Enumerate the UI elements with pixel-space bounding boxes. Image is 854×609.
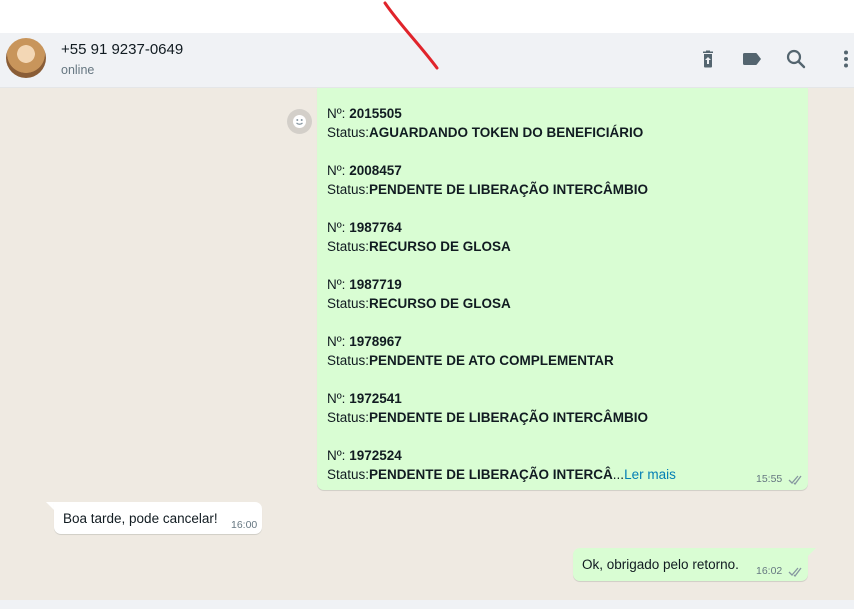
entry-number-line: Nº: 2008457 (327, 161, 676, 180)
status-value: PENDENTE DE LIBERAÇÃO INTERCÂMBIO (369, 410, 649, 425)
entry-number-line: Nº: 1978967 (327, 332, 676, 351)
status-entry: Nº: 1972541 Status:PENDENTE DE LIBERAÇÃO … (327, 389, 676, 427)
status-label: Status: (327, 353, 370, 368)
number-label: Nº: (327, 391, 350, 406)
number-value: 1987719 (349, 277, 402, 292)
outgoing-message-time: 16:02 (756, 565, 783, 577)
entry-status-line: Status:PENDENTE DE LIBERAÇÃO INTERCÂMBIO (327, 408, 676, 427)
menu-icon[interactable] (834, 47, 854, 71)
outgoing-message-list[interactable]: Nº: 2015505 Status:AGUARDANDO TOKEN DO BE… (317, 88, 808, 490)
outgoing-message[interactable]: Ok, obrigado pelo retorno. 16:02 (573, 548, 808, 581)
outgoing-message-text: Ok, obrigado pelo retorno. (582, 557, 739, 572)
status-value: RECURSO DE GLOSA (369, 296, 511, 311)
status-value: AGUARDANDO TOKEN DO BENEFICIÁRIO (369, 125, 644, 140)
status-value: PENDENTE DE LIBERAÇÃO INTERCÂ (369, 467, 613, 482)
number-label: Nº: (327, 220, 350, 235)
avatar[interactable] (6, 38, 46, 78)
incoming-message-time: 16:00 (231, 519, 258, 531)
number-value: 1972524 (349, 448, 402, 463)
number-value: 1972541 (349, 391, 402, 406)
message-time: 15:55 (756, 473, 783, 485)
status-entry: Nº: 2015505 Status:AGUARDANDO TOKEN DO BE… (327, 104, 676, 142)
status-label: Status: (327, 182, 370, 197)
entry-number-line: Nº: 1972524 (327, 446, 676, 465)
status-value: RECURSO DE GLOSA (369, 239, 511, 254)
number-label: Nº: (327, 448, 350, 463)
status-entry: Nº: 1987764 Status:RECURSO DE GLOSA (327, 218, 676, 256)
chat-header: +55 91 9237-0649 online (0, 33, 854, 88)
status-label: Status: (327, 239, 370, 254)
label-icon[interactable] (740, 47, 764, 71)
number-label: Nº: (327, 277, 350, 292)
read-more-link[interactable]: Ler mais (624, 467, 676, 482)
double-check-icon (788, 567, 802, 577)
number-value: 2008457 (349, 163, 402, 178)
entry-status-line: Status:PENDENTE DE LIBERAÇÃO INTERCÂ...L… (327, 465, 676, 484)
number-value: 1978967 (349, 334, 402, 349)
entry-number-line: Nº: 1972541 (327, 389, 676, 408)
top-strip (0, 0, 854, 33)
contact-status: online (61, 63, 95, 77)
delete-icon[interactable] (696, 47, 720, 71)
number-label: Nº: (327, 334, 350, 349)
bubble-tail-outgoing (808, 548, 816, 556)
status-entry: Nº: 1987719 Status:RECURSO DE GLOSA (327, 275, 676, 313)
status-label: Status: (327, 410, 370, 425)
contact-name[interactable]: +55 91 9237-0649 (61, 41, 183, 58)
entry-status-line: Status:AGUARDANDO TOKEN DO BENEFICIÁRIO (327, 123, 676, 142)
composer-bar[interactable] (0, 600, 854, 609)
incoming-message-text: Boa tarde, pode cancelar! (63, 511, 218, 526)
status-label: Status: (327, 296, 370, 311)
entry-number-line: Nº: 1987719 (327, 275, 676, 294)
status-entry: Nº: 2008457 Status:PENDENTE DE LIBERAÇÃO … (327, 161, 676, 199)
double-check-icon (788, 475, 802, 485)
number-label: Nº: (327, 106, 350, 121)
entry-number-line: Nº: 2015505 (327, 104, 676, 123)
entry-status-line: Status:RECURSO DE GLOSA (327, 294, 676, 313)
entry-number-line: Nº: 1987764 (327, 218, 676, 237)
message-meta: 15:55 (756, 473, 804, 485)
entry-status-line: Status:RECURSO DE GLOSA (327, 237, 676, 256)
status-label: Status: (327, 125, 370, 140)
chat-area[interactable]: Nº: 2015505 Status:AGUARDANDO TOKEN DO BE… (0, 88, 854, 600)
status-value: PENDENTE DE ATO COMPLEMENTAR (369, 353, 614, 368)
outgoing-message-meta: 16:02 (756, 565, 804, 577)
emoji-reaction-icon[interactable] (287, 109, 312, 134)
search-icon[interactable] (784, 47, 808, 71)
status-entry: Nº: 1978967 Status:PENDENTE DE ATO COMPLE… (327, 332, 676, 370)
status-value: PENDENTE DE LIBERAÇÃO INTERCÂMBIO (369, 182, 649, 197)
number-label: Nº: (327, 163, 350, 178)
number-value: 2015505 (349, 106, 402, 121)
incoming-message[interactable]: Boa tarde, pode cancelar! 16:00 (54, 502, 262, 534)
number-value: 1987764 (349, 220, 402, 235)
ellipsis: ... (612, 467, 625, 482)
bubble-tail-incoming (46, 502, 54, 510)
entry-status-line: Status:PENDENTE DE ATO COMPLEMENTAR (327, 351, 676, 370)
status-label: Status: (327, 467, 370, 482)
status-entry: Nº: 1972524 Status:PENDENTE DE LIBERAÇÃO … (327, 446, 676, 484)
entry-status-line: Status:PENDENTE DE LIBERAÇÃO INTERCÂMBIO (327, 180, 676, 199)
status-entries: Nº: 2015505 Status:AGUARDANDO TOKEN DO BE… (327, 104, 676, 484)
